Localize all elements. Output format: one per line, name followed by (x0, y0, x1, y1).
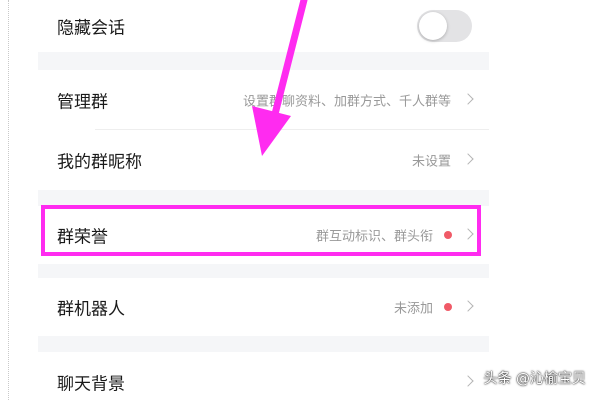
row-label: 群荣誉 (57, 227, 108, 248)
row-label: 聊天背景 (57, 374, 125, 395)
chevron-right-icon (462, 228, 474, 240)
settings-panel (38, 0, 489, 400)
hide-conversation-toggle[interactable] (417, 10, 472, 42)
group-settings-screen: 隐藏会话 管理群 设置群聊资料、加群方式、千人群等 我的群昵称 未设置 群荣誉 … (0, 0, 600, 400)
watermark: 头条 @沁榆宝贝 (483, 371, 586, 387)
row-manage-group[interactable]: 管理群 设置群聊资料、加群方式、千人群等 (38, 70, 489, 130)
row-chat-background[interactable]: 聊天背景 (38, 352, 489, 400)
row-label: 群机器人 (57, 299, 125, 320)
row-label: 我的群昵称 (57, 152, 142, 173)
row-label: 管理群 (57, 92, 108, 113)
chevron-right-icon (462, 93, 474, 105)
chevron-right-icon (462, 153, 474, 165)
row-value: 群互动标识、群头衔 (315, 229, 433, 245)
left-edge-divider (8, 0, 9, 400)
row-my-group-nickname[interactable]: 我的群昵称 未设置 (38, 130, 489, 190)
row-value: 未设置 (411, 154, 451, 170)
chevron-right-icon (462, 375, 474, 387)
row-label: 隐藏会话 (57, 18, 125, 39)
chevron-right-icon (462, 300, 474, 312)
row-value: 设置群聊资料、加群方式、千人群等 (242, 94, 451, 110)
row-value: 未添加 (393, 301, 433, 317)
red-dot-badge (444, 231, 452, 239)
row-hide-conversation: 隐藏会话 (38, 0, 489, 52)
row-group-honor[interactable]: 群荣誉 群互动标识、群头衔 (38, 206, 489, 264)
toggle-knob (419, 12, 447, 40)
red-dot-badge (444, 303, 452, 311)
row-group-robot[interactable]: 群机器人 未添加 (38, 278, 489, 336)
